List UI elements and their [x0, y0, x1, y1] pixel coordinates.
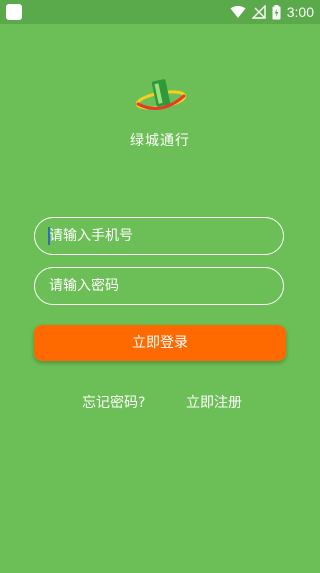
status-bar: 3:00 — [0, 0, 320, 24]
forgot-password-link[interactable]: 忘记密码? — [82, 392, 145, 412]
app-notification-icon — [6, 4, 22, 20]
login-screen: 绿城通行 立即登录 忘记密码? 立即注册 — [0, 24, 320, 573]
no-signal-icon — [251, 5, 266, 19]
text-cursor — [48, 227, 50, 245]
login-button[interactable]: 立即登录 — [34, 325, 286, 361]
status-icons: 3:00 — [230, 0, 314, 24]
phone-field[interactable] — [34, 217, 284, 255]
register-link[interactable]: 立即注册 — [186, 392, 242, 412]
status-time: 3:00 — [286, 4, 314, 20]
app-name: 绿城通行 — [130, 133, 190, 149]
green-city-logo-icon — [135, 79, 187, 110]
password-input[interactable] — [49, 278, 283, 294]
password-field[interactable] — [34, 267, 284, 305]
phone-input[interactable] — [49, 228, 283, 244]
battery-charging-icon — [272, 4, 281, 19]
wifi-icon — [230, 6, 246, 19]
